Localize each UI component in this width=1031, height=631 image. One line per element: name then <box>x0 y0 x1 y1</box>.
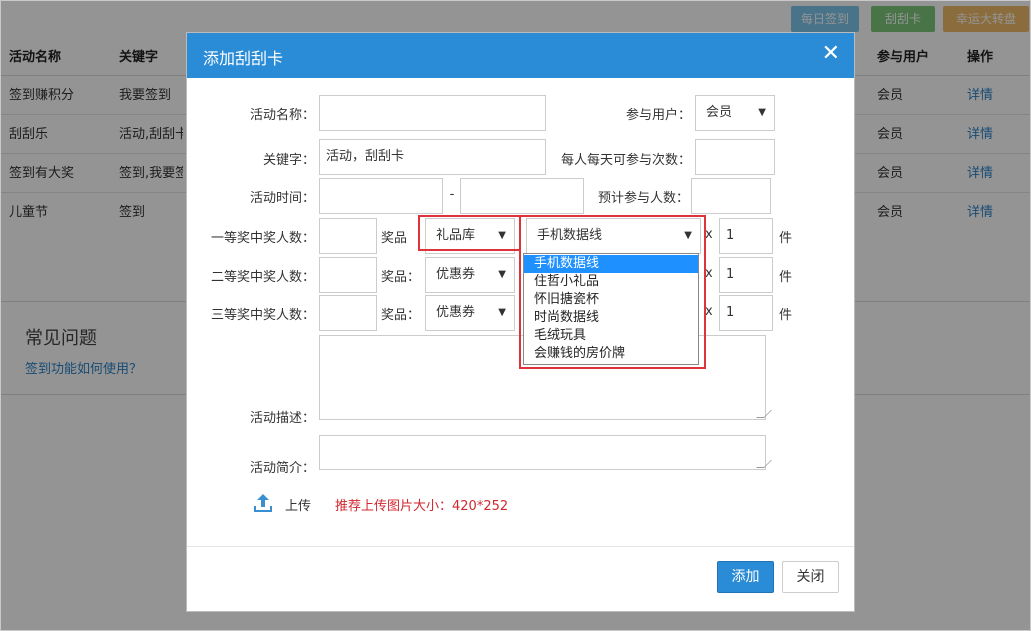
third-prize-source-select[interactable]: 优惠券 ▼ <box>425 295 515 331</box>
source-select-highlight <box>418 215 521 251</box>
third-prize-source-selected: 优惠券 <box>436 305 476 320</box>
item-select-highlight <box>519 215 706 369</box>
participants-select[interactable]: 会员 ▼ <box>695 95 775 131</box>
second-prize-qty-input[interactable]: 1 <box>719 257 773 293</box>
add-button[interactable]: 添加 <box>717 561 774 593</box>
time-separator: - <box>449 187 455 202</box>
upload-icon[interactable] <box>252 492 274 514</box>
upload-link[interactable]: 上传 <box>285 495 311 514</box>
time-start-input[interactable] <box>319 178 443 214</box>
modal-title: 添加刮刮卡 <box>203 49 284 68</box>
first-prize-count-label: 一等奖中奖人数： <box>210 231 315 246</box>
modal-footer-divider <box>187 546 854 547</box>
participants-selected: 会员 <box>706 105 733 120</box>
activity-name-input[interactable] <box>319 95 546 131</box>
caret-down-icon: ▼ <box>498 269 506 280</box>
keyword-label: 关键字： <box>262 153 315 168</box>
first-prize-count-input[interactable] <box>319 218 377 254</box>
times-sign: x <box>705 304 713 319</box>
unit-label: 件 <box>779 231 793 246</box>
page: 每日签到 刮刮卡 幸运大转盘 活动名称 关键字 参与用户 操作 签到赚积分 我要… <box>0 0 1031 631</box>
activity-intro-label: 活动简介： <box>249 461 315 476</box>
caret-down-icon: ▼ <box>498 307 506 318</box>
second-prize-source-select[interactable]: 优惠券 ▼ <box>425 257 515 293</box>
close-button[interactable]: 关闭 <box>782 561 839 593</box>
third-prize-count-input[interactable] <box>319 295 377 331</box>
second-prize-label: 奖品： <box>381 270 421 285</box>
caret-down-icon: ▼ <box>758 107 766 118</box>
expected-participants-label: 预计参与人数： <box>597 191 689 206</box>
unit-label: 件 <box>779 270 793 285</box>
activity-time-label: 活动时间： <box>249 191 315 206</box>
daily-times-label: 每人每天可参与次数： <box>560 153 691 168</box>
time-end-input[interactable] <box>460 178 584 214</box>
second-prize-count-label: 二等奖中奖人数： <box>210 270 315 285</box>
second-prize-source-selected: 优惠券 <box>436 267 476 282</box>
third-prize-label: 奖品： <box>381 308 421 323</box>
first-prize-label: 奖品 <box>381 231 408 246</box>
keyword-input[interactable]: 活动，刮刮卡 <box>319 139 546 175</box>
close-icon[interactable]: ✕ <box>822 41 840 67</box>
times-sign: x <box>705 266 713 281</box>
second-prize-count-input[interactable] <box>319 257 377 293</box>
unit-label: 件 <box>779 308 793 323</box>
modal-header: 添加刮刮卡 ✕ <box>187 33 854 78</box>
third-prize-count-label: 三等奖中奖人数： <box>210 308 315 323</box>
third-prize-qty-input[interactable]: 1 <box>719 295 773 331</box>
times-sign: x <box>705 227 713 242</box>
upload-hint: 推荐上传图片大小：420*252 <box>335 499 509 514</box>
first-prize-qty-input[interactable]: 1 <box>719 218 773 254</box>
participants-label: 参与用户： <box>625 108 691 123</box>
activity-name-label: 活动名称： <box>249 108 315 123</box>
expected-participants-input[interactable] <box>691 178 771 214</box>
activity-description-label: 活动描述： <box>249 411 315 426</box>
daily-times-input[interactable] <box>695 139 775 175</box>
activity-intro-textarea[interactable] <box>319 435 772 470</box>
